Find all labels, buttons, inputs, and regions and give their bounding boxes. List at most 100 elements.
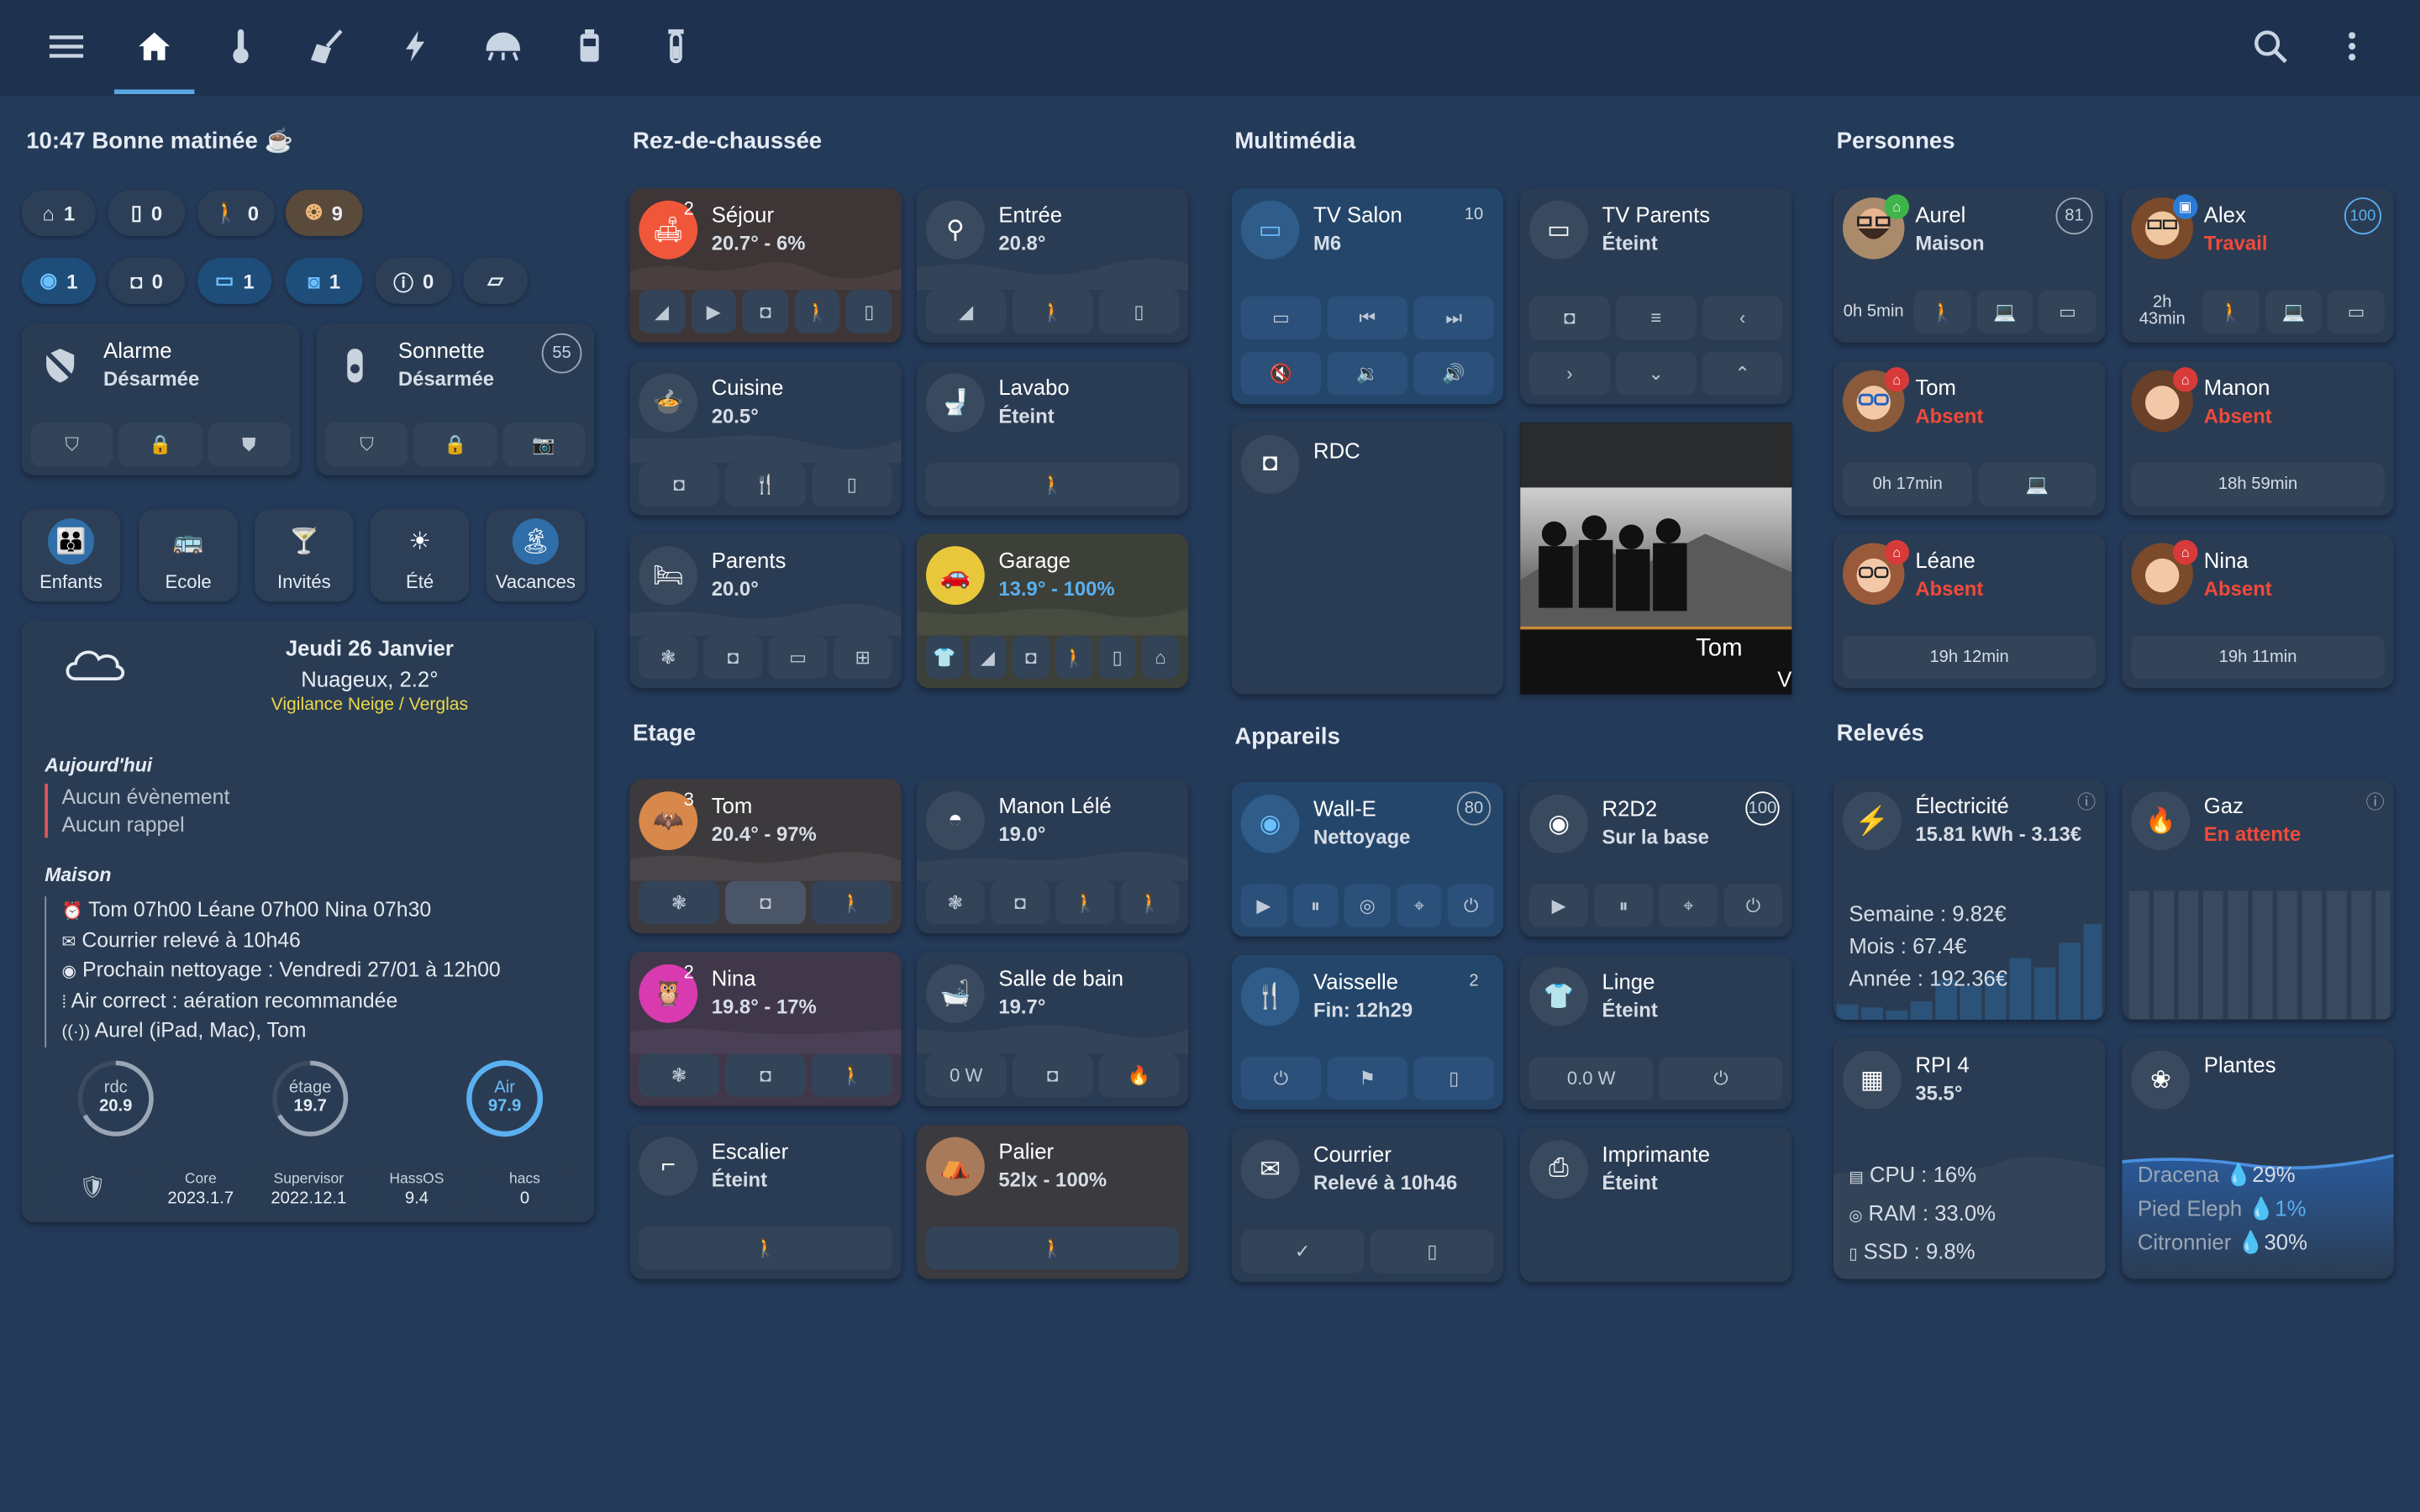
motion-button[interactable]: 🚶 [639, 1226, 892, 1270]
home-icon[interactable] [134, 24, 175, 67]
alarm-card[interactable]: Alarme Désarmée ⛉ 🔒 ⛊ [21, 323, 300, 475]
right-button[interactable]: › [1529, 351, 1610, 396]
doorbell-disarm-button[interactable]: ⛉ [325, 423, 408, 466]
mode-invites[interactable]: 🍸 Invités [255, 509, 354, 602]
motion-button-2[interactable]: 🚶 [1120, 880, 1180, 925]
up-button[interactable]: ⌃ [1702, 351, 1783, 396]
broom-icon[interactable] [308, 24, 348, 67]
tv-salon-card[interactable]: ▭ TV Salon M6 10 ▭ ⏮ ⏭ 🔇 🔉 🔊 [1231, 188, 1503, 405]
volume-up-button[interactable]: 🔊 [1413, 351, 1494, 396]
laptop-button[interactable]: 💻 [1976, 290, 2033, 333]
washing-count-pill[interactable]: ◙ 1 [285, 257, 363, 304]
mute-button[interactable]: 🔇 [1240, 351, 1322, 396]
person-alex[interactable]: ▣ Alex Travail 100 2h 43min 🚶 💻 ▭ [2122, 188, 2394, 343]
motion-button[interactable]: 🚶 [1055, 880, 1115, 925]
play-button[interactable]: ▶ [1529, 884, 1588, 927]
check-button[interactable]: ✓ [1240, 1229, 1365, 1273]
light-count-pill[interactable]: ❂ 9 [285, 189, 363, 237]
room-parents[interactable]: 🛏 Parents 20.0° ❃ ◘ ▭ ⊞ [629, 533, 902, 689]
speaker-button[interactable]: ◘ [639, 463, 719, 507]
vacuum-button[interactable]: ◢ [926, 290, 1007, 333]
tablet-button[interactable]: ▭ [2039, 290, 2096, 333]
info-icon[interactable]: ⓘ [2366, 789, 2385, 815]
motion-button[interactable]: 🚶 [926, 1226, 1180, 1270]
person-aurel[interactable]: ⌂ Aurel Maison 81 0h 5min 🚶 💻 ▭ [1833, 188, 2106, 343]
window-button[interactable]: ⊞ [833, 635, 892, 680]
mode-ete[interactable]: ☀ Été [370, 509, 470, 602]
play-button[interactable]: ▶ [1240, 884, 1287, 927]
door-button[interactable]: ▯ [1098, 290, 1180, 333]
person-count-pill[interactable]: 🚶 0 [197, 189, 275, 237]
pause-button[interactable]: ⏸ [1292, 884, 1339, 927]
home-count-pill[interactable]: ⌂ 1 [21, 189, 96, 237]
screen-button[interactable]: ▭ [1240, 296, 1322, 340]
speaker-count-pill[interactable]: ◘ 0 [108, 257, 186, 304]
water-heater-button[interactable]: 🔥 [1098, 1053, 1180, 1097]
room-sejour[interactable]: 🛋 2 Séjour 20.7° - 6% ◢ ▶ ◘ 🚶 ▯ [629, 188, 902, 343]
linge-card[interactable]: 👕 Linge Éteint 0.0 W ⏻ [1520, 954, 1792, 1110]
mode-vacances[interactable]: 🏝 Vacances [486, 509, 586, 602]
speaker-button[interactable]: ◘ [991, 880, 1050, 925]
washing-button[interactable]: 👕 [926, 635, 964, 680]
electricity-card[interactable]: ⚡ Électricité 15.81 kWh - 3.13€ ⓘ Semain… [1833, 779, 2106, 1021]
room-garage[interactable]: 🚗 Garage 13.9° - 100% 👕 ◢ ◘ 🚶 ▯ ⌂ [916, 533, 1189, 689]
hassos-version[interactable]: HassOS 9.4 [370, 1166, 464, 1213]
room-palier[interactable]: ⛺ Palier 52lx - 100% 🚶 [916, 1124, 1189, 1279]
motion-button[interactable]: 🚶 [926, 463, 1180, 507]
rdc-speaker-card[interactable]: ◘ RDC [1231, 423, 1503, 695]
vacuum-count-pill[interactable]: ◉ 1 [21, 257, 96, 304]
test-tube-icon[interactable] [656, 24, 697, 67]
menu-icon[interactable] [46, 24, 87, 67]
supervisor-version[interactable]: Supervisor 2022.12.1 [262, 1166, 355, 1213]
dots-vertical-icon[interactable] [2332, 24, 2372, 67]
person-nina[interactable]: ⌂ Nina Absent 19h 11min [2122, 533, 2394, 689]
gauge-rdc[interactable]: rdc 20.9 [76, 1058, 156, 1139]
media-button[interactable]: ▶ [691, 290, 737, 333]
plug-button[interactable]: ⏻ [1659, 1057, 1783, 1100]
door-button[interactable]: ▯ [1413, 1057, 1494, 1100]
fan-button[interactable]: ❃ [639, 1053, 719, 1097]
mode-enfants[interactable]: 👪 Enfants [21, 509, 121, 602]
vacuum-button[interactable]: ◢ [639, 290, 685, 333]
speaker-button[interactable]: ◘ [1012, 635, 1050, 680]
speaker-button[interactable]: ◘ [742, 290, 789, 333]
mode-ecole[interactable]: 🚌 Ecole [139, 509, 238, 602]
door-button[interactable]: ▯ [812, 463, 892, 507]
laptop-button[interactable]: 💻 [2265, 290, 2323, 333]
speaker-button[interactable]: ◘ [1529, 296, 1610, 340]
thermometer-icon[interactable] [221, 24, 261, 67]
door-button[interactable]: ▯ [1098, 635, 1136, 680]
dock-button[interactable]: ⏻ [1723, 884, 1783, 927]
disarm-button[interactable]: ⛉ [30, 423, 113, 466]
room-sdb[interactable]: 🛁 Salle de bain 19.7° 0 W ◘ 🔥 [916, 952, 1189, 1106]
imprimante-card[interactable]: ⎙ Imprimante Éteint [1520, 1127, 1792, 1283]
fan-button[interactable]: ❃ [639, 880, 719, 925]
motion-button[interactable]: 🚶 [1012, 290, 1093, 333]
fan-button[interactable]: ❃ [639, 635, 698, 680]
speaker-button[interactable]: ◘ [1012, 1053, 1093, 1097]
shield-check-icon[interactable]: 🛡 [46, 1166, 139, 1213]
door-button[interactable]: ▯ [846, 290, 892, 333]
speaker-button[interactable]: ◘ [703, 635, 763, 680]
garage-door-button[interactable]: ⌂ [1142, 635, 1180, 680]
vaisselle-card[interactable]: 🍴 Vaisselle Fin: 12h29 2 ⏻ ⚑ ▯ [1231, 954, 1503, 1110]
speaker-button[interactable]: ◘ [725, 880, 806, 925]
previous-button[interactable]: ⏮ [1327, 296, 1408, 340]
pause-button[interactable]: ⏸ [1594, 884, 1654, 927]
tv-button[interactable]: ▭ [768, 635, 828, 680]
speaker-button[interactable]: ◘ [725, 1053, 806, 1097]
gas-card[interactable]: 🔥 Gaz En attente ⓘ [2122, 779, 2394, 1021]
tablet-button[interactable]: ▭ [2328, 290, 2385, 333]
courrier-card[interactable]: ✉ Courrier Relevé à 10h46 ✓ ▯ [1231, 1127, 1503, 1283]
battery-icon[interactable] [570, 24, 610, 67]
locate-button[interactable]: ⌖ [1396, 884, 1443, 927]
doorbell-arm-button[interactable]: 🔒 [413, 423, 497, 466]
room-tom[interactable]: 🦇 3 Tom 20.4° - 97% ❃ ◘ 🚶 [629, 779, 902, 934]
plants-card[interactable]: ❀ Plantes Dracena 💧29% Pied Eleph 💧1% Ci… [2122, 1038, 2394, 1279]
search-icon[interactable] [2250, 24, 2291, 67]
gauge-etage[interactable]: étage 19.7 [270, 1058, 350, 1139]
person-leane[interactable]: ⌂ Léane Absent 19h 12min [1833, 533, 2106, 689]
motion-button[interactable]: 🚶 [1913, 290, 1970, 333]
tv-parents-card[interactable]: ▭ TV Parents Éteint ◘ ≡ ‹ › ⌄ ⌃ [1520, 188, 1792, 405]
monitor-count-pill[interactable]: ▭ 1 [197, 257, 272, 304]
